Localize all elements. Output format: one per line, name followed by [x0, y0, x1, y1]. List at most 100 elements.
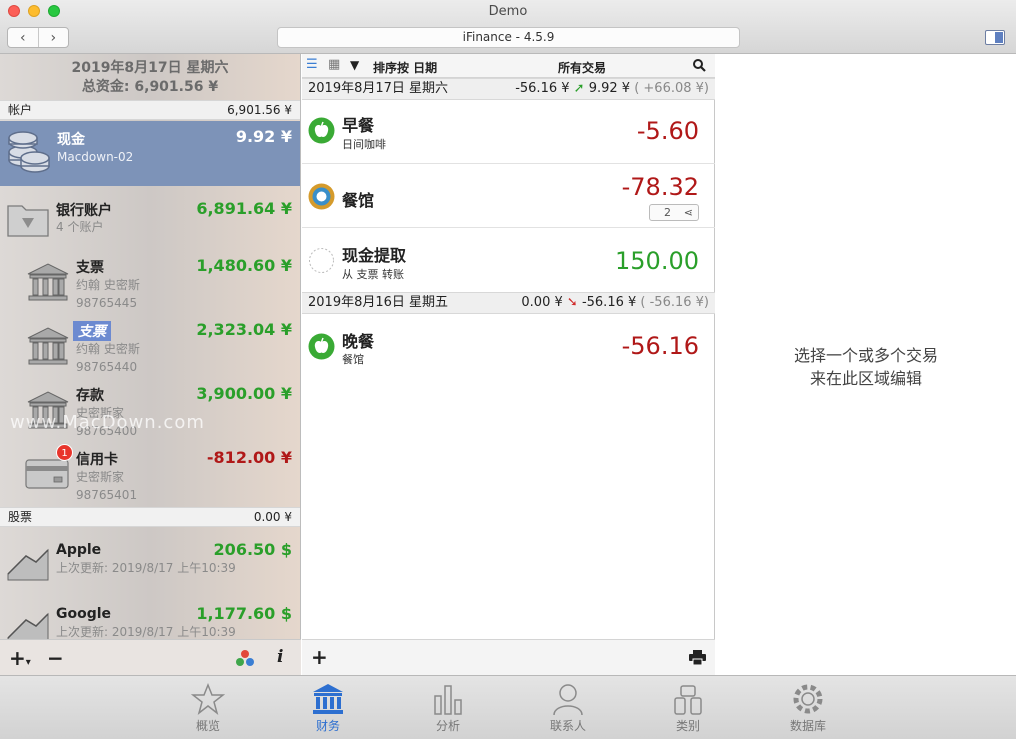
split-count-badge[interactable]: 2 ⋖ — [649, 204, 699, 221]
tab-label: 分析 — [435, 719, 460, 733]
account-amount: -812.00 ¥ — [206, 448, 292, 467]
restaurant-icon — [308, 183, 335, 210]
account-row-credit-card[interactable]: 1 信用卡 -812.00 ¥ 史密斯家 98765401 — [0, 444, 300, 508]
transactions-toolbar: + — [302, 639, 715, 675]
sidebar-header: 2019年8月17日 星期六 总资金: 6,901.56 ¥ — [0, 54, 300, 100]
stock-amount: 206.50 $ — [213, 540, 292, 559]
tab-finance[interactable]: 财务 — [278, 676, 378, 739]
tab-label: 财务 — [315, 719, 340, 733]
back-button[interactable]: ‹ — [8, 28, 39, 47]
day-change: 0.00 ¥ — [521, 295, 563, 310]
notification-badge: 1 — [56, 444, 73, 461]
account-amount: 9.92 ¥ — [235, 127, 292, 146]
stock-name: Google — [56, 606, 112, 622]
remove-account-button[interactable]: − — [47, 646, 64, 670]
sidebar-toggle-button[interactable] — [985, 30, 1005, 45]
empty-line-2: 来在此区域编辑 — [809, 369, 922, 388]
date-header-aug16: 2019年8月16日 星期五 0.00 ¥ ➘ -56.16 ¥ ( -56.1… — [302, 292, 715, 314]
list-view-icon[interactable]: ☰ — [306, 58, 320, 72]
account-row-checking-2[interactable]: 支票 2,323.04 ¥ 约翰 史密斯 98765440 — [0, 318, 300, 380]
star-icon — [191, 682, 225, 715]
empty-state-message: 选择一个或多个交易 来在此区域编辑 — [716, 344, 1016, 390]
chevron-left-icon: ‹ — [19, 29, 26, 46]
tab-categories[interactable]: 类别 — [638, 676, 738, 739]
account-number: 98765445 — [76, 296, 138, 310]
add-transaction-button[interactable]: + — [311, 645, 328, 669]
stock-amount: 1,177.60 $ — [196, 604, 292, 623]
account-amount: 6,891.64 ¥ — [196, 199, 292, 218]
accounts-section-header[interactable]: 帐户 6,901.56 ¥ — [0, 100, 300, 120]
info-button[interactable]: i — [277, 647, 283, 667]
transaction-row[interactable]: 晚餐 餐馆 -56.16 — [302, 314, 715, 378]
tab-overview[interactable]: 概览 — [158, 676, 258, 739]
account-owner: 约翰 史密斯 — [76, 278, 140, 292]
account-name: 存款 — [76, 388, 104, 404]
sidebar-toolbar: +▾ − i — [0, 639, 301, 675]
info-icon: i — [277, 647, 284, 667]
print-icon[interactable] — [689, 650, 706, 665]
date-header-aug17: 2019年8月17日 星期六 -56.16 ¥ ➚ 9.92 ¥ ( +66.0… — [302, 78, 715, 100]
split-count: 2 — [664, 206, 671, 219]
stock-chart-icon — [7, 548, 49, 581]
bank-icon — [27, 263, 69, 301]
stock-updated: 上次更新: 2019/8/17 上午10:39 — [56, 561, 236, 575]
day-summary: -56.16 ¥ ➚ 9.92 ¥ ( +66.08 ¥) — [515, 79, 709, 99]
category-icon — [674, 685, 702, 715]
person-icon — [553, 684, 583, 716]
folder-icon — [7, 205, 49, 237]
sort-selector[interactable]: 排序按 日期 — [373, 59, 437, 76]
transaction-row[interactable]: 餐馆 -78.32 2 ⋖ — [302, 165, 715, 228]
tab-label: 联系人 — [549, 719, 586, 733]
transaction-row[interactable]: 早餐 日间咖啡 -5.60 — [302, 100, 715, 164]
grid-view-icon[interactable]: ▦ — [328, 58, 342, 72]
add-account-button[interactable]: +▾ — [9, 646, 31, 670]
account-number: 98765440 — [76, 360, 138, 374]
filter-selector[interactable]: 所有交易 — [558, 59, 606, 76]
tab-label: 数据库 — [789, 719, 826, 733]
sort-direction-icon[interactable]: ▼ — [350, 58, 359, 72]
stock-name: Apple — [56, 542, 102, 558]
transaction-amount: -5.60 — [636, 117, 699, 145]
tab-label: 概览 — [195, 719, 220, 733]
tab-analysis[interactable]: 分析 — [398, 676, 498, 739]
section-label: 股票 — [8, 510, 33, 524]
day-diff: ( +66.08 ¥) — [634, 81, 709, 96]
sync-icon[interactable] — [235, 649, 255, 667]
transaction-row[interactable]: 现金提取 从 支票 转账 150.00 — [302, 229, 715, 293]
account-row-bank[interactable]: 银行账户 6,891.64 ¥ 4 个账户 — [0, 194, 300, 244]
day-balance: -56.16 ¥ — [581, 295, 637, 310]
up-arrow-icon: ➚ — [573, 81, 585, 96]
title-bar: Demo ‹ › iFinance - 4.5.9 — [0, 0, 1016, 54]
credit-card-icon — [25, 459, 69, 489]
forward-button[interactable]: › — [39, 28, 69, 47]
account-row-checking-1[interactable]: 支票 1,480.60 ¥ 约翰 史密斯 98765445 — [0, 254, 300, 316]
stock-row-apple[interactable]: Apple 206.50 $ 上次更新: 2019/8/17 上午10:39 — [0, 538, 300, 598]
chevron-right-icon: › — [50, 29, 57, 46]
edit-panel: 选择一个或多个交易 来在此区域编辑 — [716, 54, 1016, 675]
tab-contacts[interactable]: 联系人 — [518, 676, 618, 739]
stock-row-google[interactable]: Google 1,177.60 $ 上次更新: 2019/8/17 上午10:3… — [0, 602, 300, 642]
account-row-cash[interactable]: 现金 9.92 ¥ Macdown-02 — [0, 121, 300, 186]
bank-icon — [313, 684, 343, 714]
section-amount: 0.00 ¥ — [253, 510, 292, 524]
plus-icon: + — [9, 646, 26, 670]
section-label: 帐户 — [8, 103, 33, 117]
day-change: -56.16 ¥ — [515, 81, 570, 96]
account-name: 支票 — [76, 260, 104, 276]
search-icon[interactable] — [693, 59, 706, 72]
window-title: Demo — [488, 4, 528, 19]
transaction-desc: 餐馆 — [342, 353, 364, 366]
tab-database[interactable]: 数据库 — [758, 676, 858, 739]
date-label: 2019年8月16日 星期五 — [308, 295, 449, 310]
transaction-amount: -56.16 — [621, 332, 699, 360]
account-number: 98765401 — [76, 488, 138, 502]
day-summary: 0.00 ¥ ➘ -56.16 ¥ ( -56.16 ¥) — [521, 293, 709, 313]
account-name: 信用卡 — [76, 452, 118, 468]
tab-label: 类别 — [675, 719, 700, 733]
stocks-section-header[interactable]: 股票 0.00 ¥ — [0, 507, 300, 527]
bottom-tab-bar: 概览 财务 分析 联系人 类别 数据库 — [0, 675, 1016, 739]
account-sub: Macdown-02 — [57, 150, 134, 164]
watermark-text: www.MacDown.com — [10, 412, 205, 433]
transaction-title: 现金提取 — [342, 246, 407, 265]
transaction-title: 晚餐 — [342, 332, 375, 351]
